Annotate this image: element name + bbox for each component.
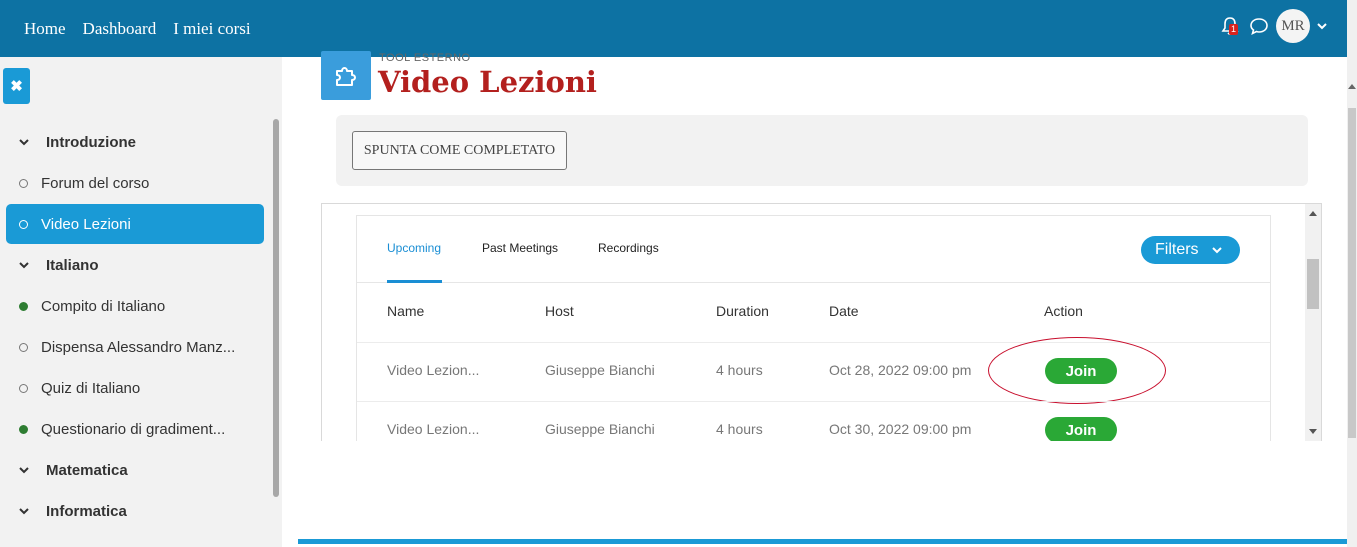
close-drawer-button[interactable]: ✖: [3, 68, 30, 104]
tab-recordings[interactable]: Recordings: [598, 241, 659, 255]
activity-type-label: TOOL ESTERNO: [379, 52, 471, 64]
embed-scrollbar[interactable]: [1305, 204, 1321, 441]
zoom-embed-frame: Upcoming Past Meetings Recordings Filter…: [321, 203, 1322, 441]
chevron-down-icon: [19, 262, 29, 269]
sidebar-item-video-lezioni[interactable]: Video Lezioni: [6, 204, 264, 244]
meeting-name[interactable]: Video Lezion...: [387, 362, 479, 378]
sidebar-item-label: Informatica: [46, 502, 127, 520]
bottom-accent-bar: [298, 539, 1347, 544]
top-navbar: Home Dashboard I miei corsi 1 MR: [0, 0, 1347, 57]
chevron-down-icon: [19, 467, 29, 474]
navbar-user-area: 1 MR: [1218, 9, 1329, 43]
sidebar-item-forum[interactable]: Forum del corso: [6, 163, 264, 203]
main-content: TOOL ESTERNO Video Lezioni SPUNTA COME C…: [282, 51, 1347, 547]
column-header-date: Date: [829, 303, 859, 319]
chevron-down-icon[interactable]: [1315, 19, 1329, 33]
meetings-tabs: Upcoming Past Meetings Recordings Filter…: [357, 216, 1270, 283]
notification-count-badge: 1: [1229, 24, 1238, 35]
sidebar-item-label: Quiz di Italiano: [41, 379, 141, 397]
sidebar-item-quiz-italiano[interactable]: Quiz di Italiano: [6, 368, 264, 408]
filters-label: Filters: [1155, 241, 1199, 258]
meeting-duration: 4 hours: [716, 421, 763, 437]
sidebar-item-label: Matematica: [46, 461, 128, 479]
nav-dashboard-link[interactable]: Dashboard: [83, 19, 157, 39]
meeting-date: Oct 28, 2022 09:00 pm: [829, 362, 972, 378]
sidebar-scrollbar[interactable]: [273, 119, 279, 497]
complete-dot-icon: [19, 424, 28, 434]
annotation-ellipse: [988, 337, 1166, 404]
puzzle-icon: [336, 66, 356, 86]
column-header-action: Action: [1044, 303, 1083, 319]
column-header-host: Host: [545, 303, 574, 319]
scroll-up-arrow-icon[interactable]: [1348, 84, 1356, 89]
sidebar-item-label: Forum del corso: [41, 174, 150, 192]
close-icon: ✖: [10, 78, 23, 95]
page-scrollbar[interactable]: [1347, 0, 1357, 547]
chevron-down-icon: [19, 139, 29, 146]
meeting-host: Giuseppe Bianchi: [545, 362, 655, 378]
incomplete-circle-icon: [19, 219, 28, 229]
mark-complete-button[interactable]: SPUNTA COME COMPLETATO: [352, 131, 567, 170]
incomplete-circle-icon: [19, 383, 28, 393]
chevron-down-icon: [19, 508, 29, 515]
column-header-duration: Duration: [716, 303, 769, 319]
meetings-panel: Upcoming Past Meetings Recordings Filter…: [356, 215, 1271, 441]
tab-past-meetings[interactable]: Past Meetings: [482, 241, 558, 255]
row-divider: [357, 342, 1270, 343]
meeting-date: Oct 30, 2022 09:00 pm: [829, 421, 972, 437]
user-avatar[interactable]: MR: [1276, 9, 1310, 43]
completion-area: SPUNTA COME COMPLETATO: [336, 115, 1308, 186]
sidebar-item-label: Questionario di gradiment...: [41, 420, 226, 438]
incomplete-circle-icon: [19, 178, 28, 188]
row-divider: [357, 401, 1270, 402]
sidebar-section-introduzione[interactable]: Introduzione: [6, 122, 264, 162]
meeting-host: Giuseppe Bianchi: [545, 421, 655, 437]
active-tab-indicator: [387, 280, 442, 283]
sidebar-section-matematica[interactable]: Matematica: [6, 450, 264, 490]
join-button[interactable]: Join: [1045, 417, 1117, 441]
sidebar-item-label: Video Lezioni: [41, 215, 131, 233]
sidebar-item-label: Italiano: [46, 256, 99, 274]
incomplete-circle-icon: [19, 342, 28, 352]
column-header-name: Name: [387, 303, 425, 319]
external-tool-puzzle-icon: [321, 51, 371, 100]
scroll-down-arrow-icon[interactable]: [1309, 429, 1317, 434]
filters-button[interactable]: Filters: [1141, 236, 1240, 264]
embed-scrollbar-thumb[interactable]: [1307, 259, 1319, 309]
tab-upcoming[interactable]: Upcoming: [387, 241, 441, 255]
notifications-button[interactable]: 1: [1218, 14, 1242, 38]
primary-nav: Home Dashboard I miei corsi: [24, 19, 251, 39]
sidebar-item-label: Introduzione: [46, 133, 136, 151]
complete-dot-icon: [19, 301, 28, 311]
meeting-duration: 4 hours: [716, 362, 763, 378]
page-scrollbar-thumb[interactable]: [1348, 108, 1356, 438]
course-sidebar: ✖ Introduzione Forum del corso Video Lez…: [0, 57, 282, 547]
page-title: Video Lezioni: [378, 65, 597, 99]
sidebar-item-label: Compito di Italiano: [41, 297, 166, 315]
sidebar-item-dispensa[interactable]: Dispensa Alessandro Manz...: [6, 327, 264, 367]
nav-my-courses-link[interactable]: I miei corsi: [173, 19, 250, 39]
messages-icon[interactable]: [1248, 15, 1270, 37]
nav-home-link[interactable]: Home: [24, 19, 66, 39]
scroll-up-arrow-icon[interactable]: [1309, 211, 1317, 216]
sidebar-section-informatica[interactable]: Informatica: [6, 491, 264, 531]
sidebar-section-italiano[interactable]: Italiano: [6, 245, 264, 285]
meeting-name[interactable]: Video Lezion...: [387, 421, 479, 437]
sidebar-item-questionario[interactable]: Questionario di gradiment...: [6, 409, 264, 449]
chevron-down-icon: [1211, 247, 1222, 254]
sidebar-item-label: Dispensa Alessandro Manz...: [41, 338, 236, 356]
sidebar-item-compito-italiano[interactable]: Compito di Italiano: [6, 286, 264, 326]
